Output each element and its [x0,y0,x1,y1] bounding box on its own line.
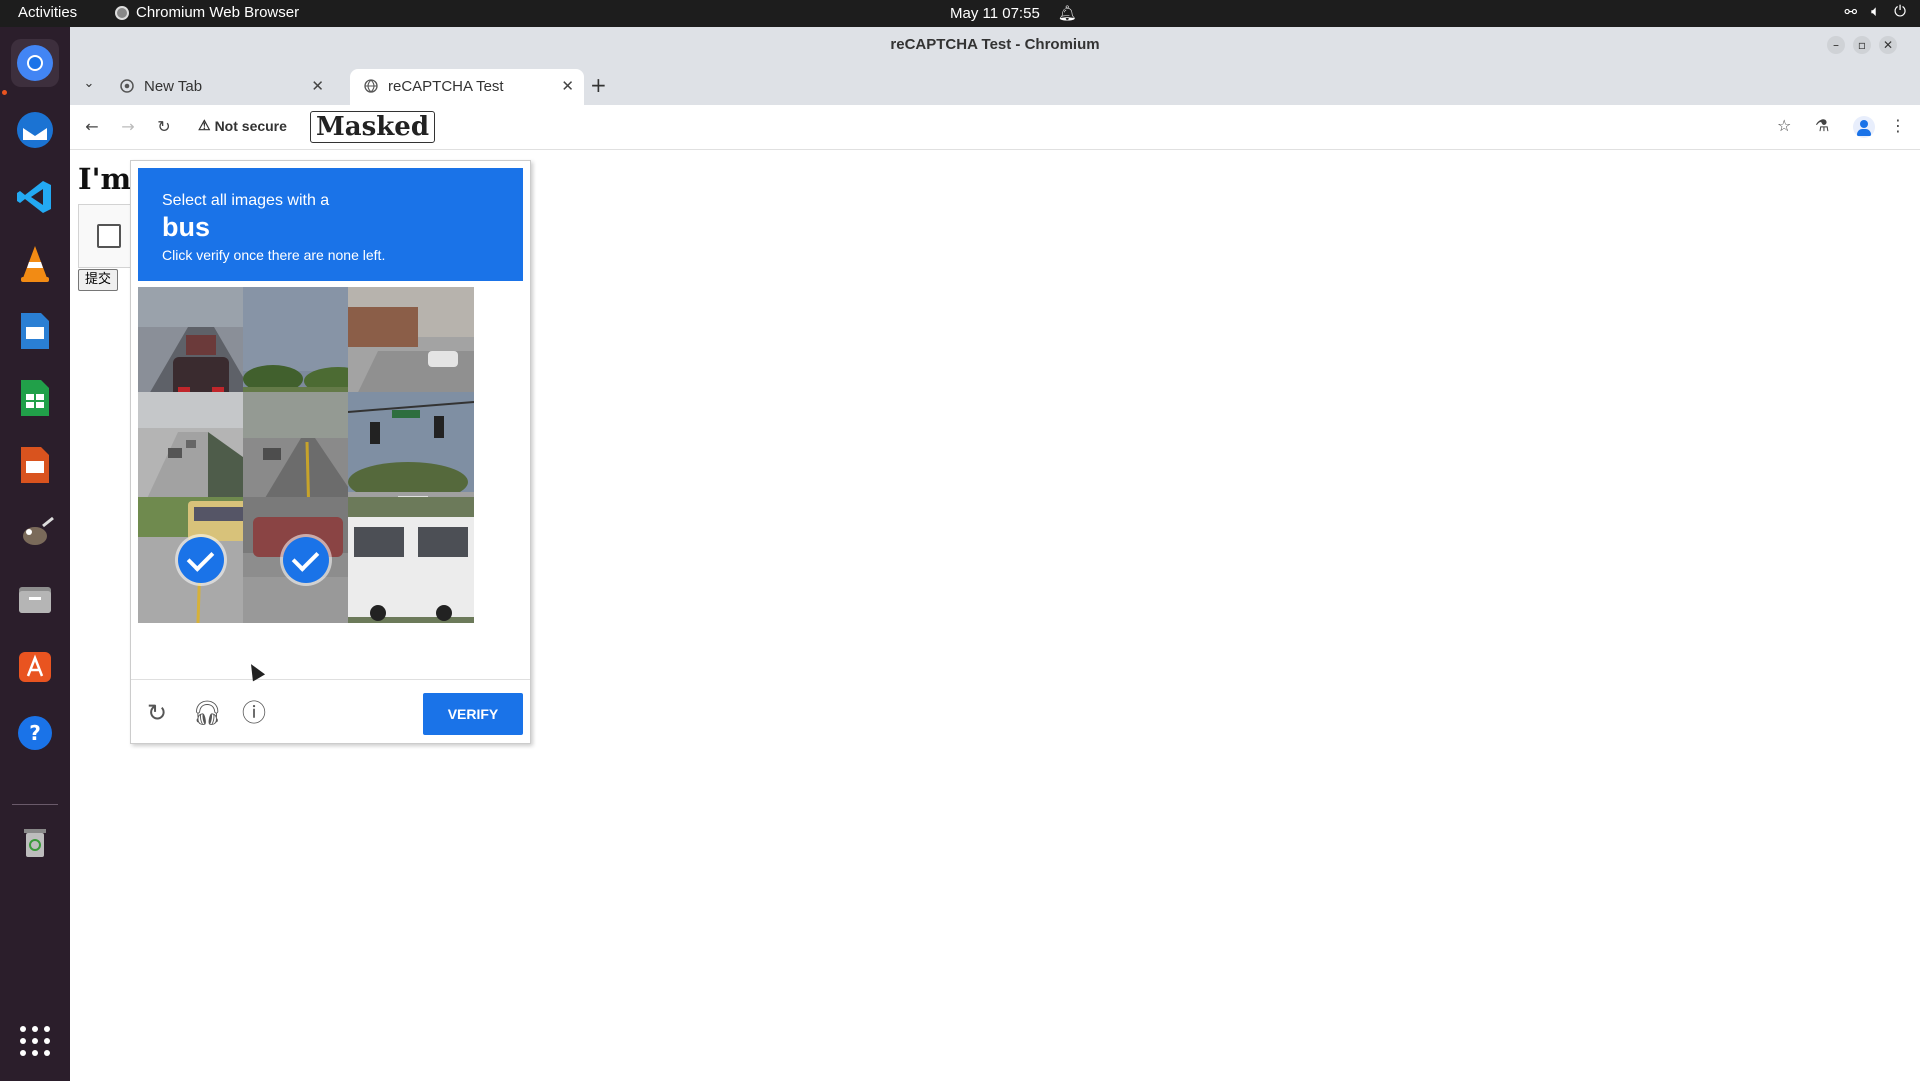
minimize-icon[interactable]: – [1827,36,1845,54]
recaptcha-challenge: Select all images with a bus Click verif… [130,160,531,744]
globe-favicon-icon [364,79,378,93]
browser-window: reCAPTCHA Test - Chromium – ▫ ✕ ⌄ New Ta… [70,27,1920,1081]
tab-strip: ⌄ New Tab ✕ reCAPTCHA Test ✕ + [70,63,1920,105]
software-icon[interactable] [11,642,59,690]
reload-icon[interactable]: ↻ [152,115,176,139]
vscode-icon[interactable] [11,173,59,221]
submit-button[interactable]: 提交 [78,269,119,291]
bookmark-star-icon[interactable]: ☆ [1777,116,1791,135]
dock-separator [12,804,58,805]
page-heading: I'm [78,162,132,196]
selected-check-icon [283,537,329,583]
tab-label: New Tab [144,78,203,95]
clock-text: May 11 07:55 [950,4,1040,22]
title-bar[interactable]: reCAPTCHA Test - Chromium – ▫ ✕ [70,27,1920,63]
info-icon[interactable]: ⓘ [240,699,268,727]
chromium-small-icon [115,5,129,20]
back-icon[interactable]: ← [80,115,104,139]
new-tab-icon[interactable]: + [590,73,607,97]
volume-icon: 🔈︎ [1871,3,1881,20]
page-content: I'm 提交 Select all images with a bus Clic… [70,150,1920,1081]
svg-text:?: ? [29,721,41,745]
labs-flask-icon[interactable]: ⚗ [1815,116,1829,135]
system-tray[interactable]: ⚯ 🔈︎ ⏻ [1845,3,1906,21]
selected-check-icon [178,537,224,583]
verify-button[interactable]: VERIFY [423,693,523,735]
vlc-icon[interactable] [11,240,59,288]
audio-challenge-icon[interactable]: 🎧︎ [192,699,222,727]
reload-challenge-icon[interactable]: ↻ [143,699,171,727]
app-grid-icon[interactable] [11,1017,59,1065]
warning-icon: ⚠ [198,117,211,133]
trash-icon[interactable] [11,817,59,865]
security-label: Not secure [214,117,287,134]
url-bar[interactable]: Masked [310,111,436,143]
app-name: Chromium Web Browser [136,4,300,21]
tab-search-chevron-icon[interactable]: ⌄ [78,73,100,95]
captcha-tile-9[interactable] [348,497,474,623]
help-icon[interactable]: ? [11,709,59,757]
calc-icon[interactable] [11,374,59,422]
active-indicator [2,90,7,95]
activities-button[interactable]: Activities [18,4,77,21]
power-icon: ⏻ [1894,3,1906,20]
profile-avatar-icon[interactable] [1853,116,1875,138]
target-object: bus [162,212,211,242]
maximize-icon[interactable]: ▫ [1853,36,1871,54]
menu-kebab-icon[interactable]: ⋮ [1890,116,1906,135]
tab-recaptcha-test[interactable]: reCAPTCHA Test ✕ [350,69,584,105]
instruction-subtext: Click verify once there are none left. [162,247,386,263]
tab-close-icon[interactable]: ✕ [561,77,574,95]
impress-icon[interactable] [11,441,59,489]
gimp-icon[interactable] [11,508,59,556]
security-indicator[interactable]: ⚠ Not secure [198,117,287,134]
chromium-icon[interactable] [11,39,59,87]
files-icon[interactable] [11,575,59,623]
app-menu[interactable]: Chromium Web Browser [115,4,299,21]
writer-icon[interactable] [11,307,59,355]
forward-icon[interactable]: → [116,115,140,139]
clock[interactable]: May 11 07:55 🔔︎ [950,4,1077,23]
instruction-text: Select all images with a [162,192,330,209]
challenge-header: Select all images with a bus Click verif… [138,168,523,281]
chromium-favicon-icon [120,79,134,93]
tab-label: reCAPTCHA Test [388,78,504,95]
network-icon: ⚯ [1844,4,1858,21]
system-top-bar: Activities Chromium Web Browser May 11 0… [0,0,1920,27]
challenge-divider [131,679,530,680]
dock: ? [0,27,70,1081]
close-window-icon[interactable]: ✕ [1879,36,1897,54]
browser-toolbar: ← → ↻ ⚠ Not secure Masked ☆ ⚗ ⋮ [70,105,1920,150]
thunderbird-icon[interactable] [11,106,59,154]
window-title: reCAPTCHA Test - Chromium [890,36,1100,53]
bell-icon: 🔔︎ [1057,5,1077,22]
recaptcha-checkbox[interactable] [97,224,121,248]
tab-close-icon[interactable]: ✕ [311,77,324,95]
